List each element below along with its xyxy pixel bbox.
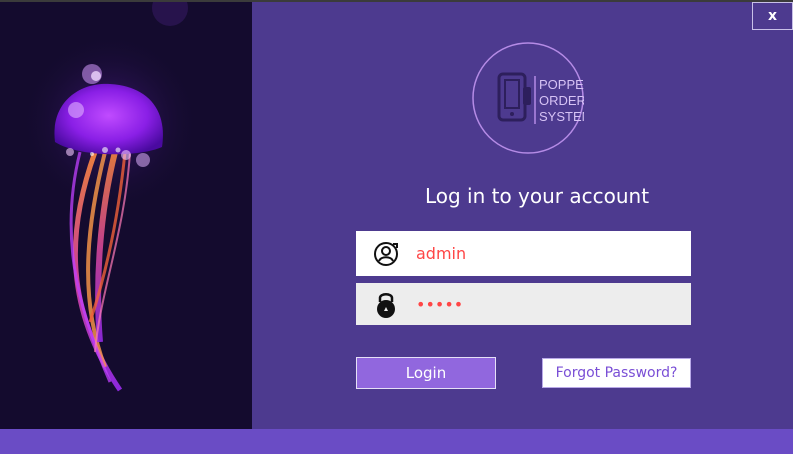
bottom-bar bbox=[0, 429, 793, 454]
jellyfish-illustration bbox=[20, 2, 200, 392]
poppel-logo: POPPEL ORDERING SYSTEM bbox=[472, 42, 609, 154]
smartphone-icon bbox=[497, 72, 531, 122]
username-field[interactable] bbox=[356, 231, 691, 276]
password-input[interactable] bbox=[416, 289, 676, 319]
logo-text-line2: ORDERING bbox=[539, 93, 584, 108]
lock-icon bbox=[356, 283, 416, 325]
logo-text-line3: SYSTEM bbox=[539, 109, 584, 124]
login-title: Log in to your account bbox=[424, 184, 650, 208]
login-button[interactable]: Login bbox=[356, 357, 496, 389]
password-field[interactable] bbox=[356, 283, 691, 325]
logo-graphic: POPPEL ORDERING SYSTEM bbox=[472, 42, 609, 154]
username-input[interactable] bbox=[416, 238, 676, 269]
jellyfish-illustration-panel bbox=[0, 2, 252, 429]
close-button[interactable]: x bbox=[752, 2, 793, 30]
user-refresh-icon bbox=[356, 231, 416, 276]
forgot-password-button[interactable]: Forgot Password? bbox=[542, 358, 691, 388]
logo-text-line1: POPPEL bbox=[539, 77, 584, 92]
